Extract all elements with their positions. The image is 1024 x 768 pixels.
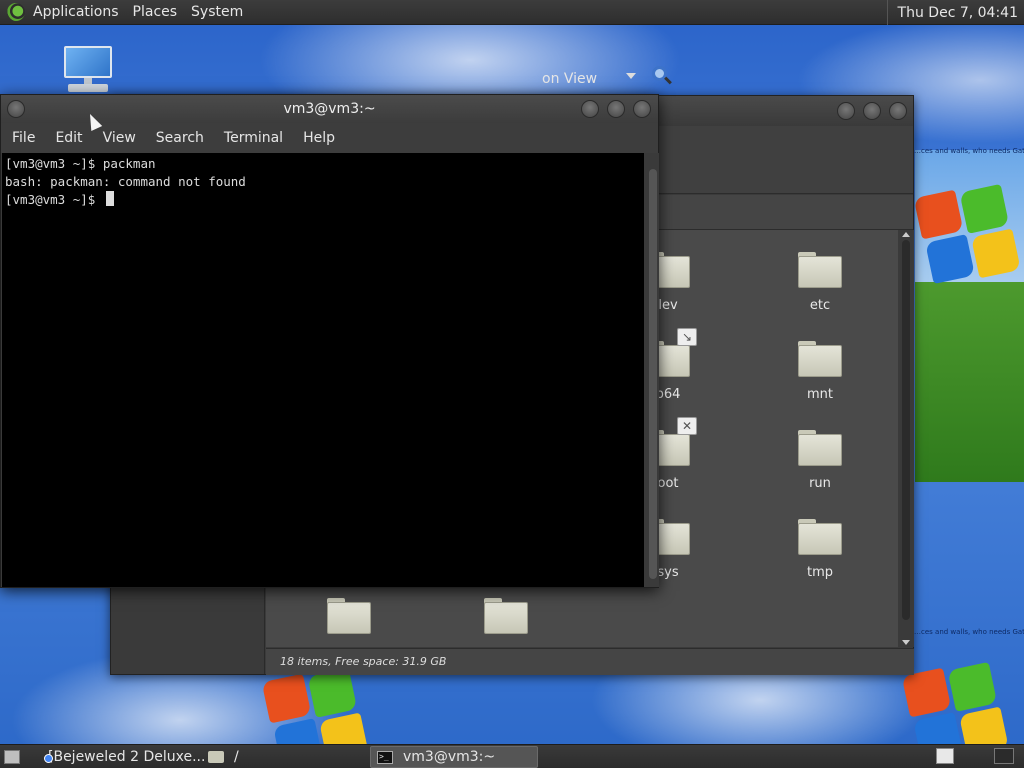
wallpaper-flag [913,180,1021,287]
terminal-icon: >_ [377,750,393,764]
folder-item[interactable] [463,598,549,638]
folder-icon [798,519,842,555]
terminal-output[interactable]: [vm3@vm3 ~]$ packman bash: packman: comma… [2,153,644,587]
file-manager-scrollbar[interactable] [898,230,914,647]
wallpaper-caption: …ces and walls, who needs Gates a… [914,628,1024,636]
menu-view[interactable]: View [103,130,136,146]
places-menu[interactable]: Places [133,4,178,20]
distro-logo-icon[interactable] [7,3,25,21]
menu-help[interactable]: Help [303,130,335,146]
wallpaper-caption: …ces and walls, who needs Gates a… [914,147,1024,155]
terminal-titlebar[interactable]: vm3@vm3:~ [1,95,658,123]
terminal-prompt-line: [vm3@vm3 ~]$ [5,191,641,209]
search-icon[interactable] [652,66,672,86]
computer-desktop-icon[interactable] [62,46,114,94]
terminal-line: [vm3@vm3 ~]$ packman [5,156,156,171]
maximize-button[interactable] [607,100,625,118]
wallpaper-hill [915,282,1024,482]
scrollbar-thumb[interactable] [902,240,910,620]
status-text: 18 items, Free space: 31.9 GB [280,655,447,668]
folder-item[interactable] [306,598,392,638]
minimize-button[interactable] [837,102,855,120]
task-label: [Bejeweled 2 Deluxe... [48,749,204,765]
top-panel: Applications Places System Thu Dec 7, 04… [0,0,1024,25]
terminal-line: bash: packman: command not found [5,174,246,189]
terminal-menubar: File Edit View Search Terminal Help [1,123,658,153]
wallpaper-sky [915,150,1024,285]
terminal-prompt: [vm3@vm3 ~]$ [5,192,103,207]
folder-item[interactable]: tmp [777,519,863,593]
task-label: / [234,749,239,765]
scrollbar-thumb[interactable] [649,169,657,579]
task-label: vm3@vm3:~ [403,749,496,765]
close-button[interactable] [889,102,907,120]
taskbar: [Bejeweled 2 Deluxe... / >_ vm3@vm3:~ [0,744,1024,768]
monitor-icon [64,46,112,78]
menu-edit[interactable]: Edit [55,130,82,146]
chevron-down-icon[interactable] [626,73,636,79]
no-access-emblem-icon: ✕ [677,417,697,435]
close-button[interactable] [633,100,651,118]
terminal-window[interactable]: vm3@vm3:~ File Edit View Search Terminal… [0,94,659,588]
task-file-manager[interactable]: / [202,746,362,768]
clock[interactable]: Thu Dec 7, 04:41 [886,0,1024,25]
scroll-up-arrow-icon[interactable] [902,232,910,237]
folder-icon [798,341,842,377]
folder-item[interactable]: mnt [777,341,863,415]
menu-search[interactable]: Search [156,130,204,146]
folder-item[interactable]: run [777,430,863,504]
menu-terminal[interactable]: Terminal [224,130,283,146]
minimize-button[interactable] [581,100,599,118]
symlink-emblem-icon: ↘ [677,328,697,346]
workspace-1-button[interactable] [936,748,954,764]
view-mode-selector[interactable]: on View [542,71,597,87]
show-desktop-icon[interactable] [4,750,20,764]
workspace-2-button[interactable] [994,748,1014,764]
status-bar: 18 items, Free space: 31.9 GB [266,648,914,675]
task-terminal[interactable]: >_ vm3@vm3:~ [370,746,538,768]
folder-icon [327,598,371,634]
scroll-down-arrow-icon[interactable] [902,640,910,645]
maximize-button[interactable] [863,102,881,120]
folder-icon [798,252,842,288]
system-menu[interactable]: System [191,4,243,20]
folder-icon [798,430,842,466]
task-bejeweled[interactable]: [Bejeweled 2 Deluxe... [34,746,204,768]
menu-file[interactable]: File [12,130,35,146]
text-cursor [105,191,114,206]
terminal-scrollbar[interactable] [645,153,659,587]
applications-menu[interactable]: Applications [33,4,119,20]
window-title: vm3@vm3:~ [283,101,376,117]
folder-icon [484,598,528,634]
folder-item[interactable]: etc [777,252,863,326]
folder-icon [208,751,224,763]
